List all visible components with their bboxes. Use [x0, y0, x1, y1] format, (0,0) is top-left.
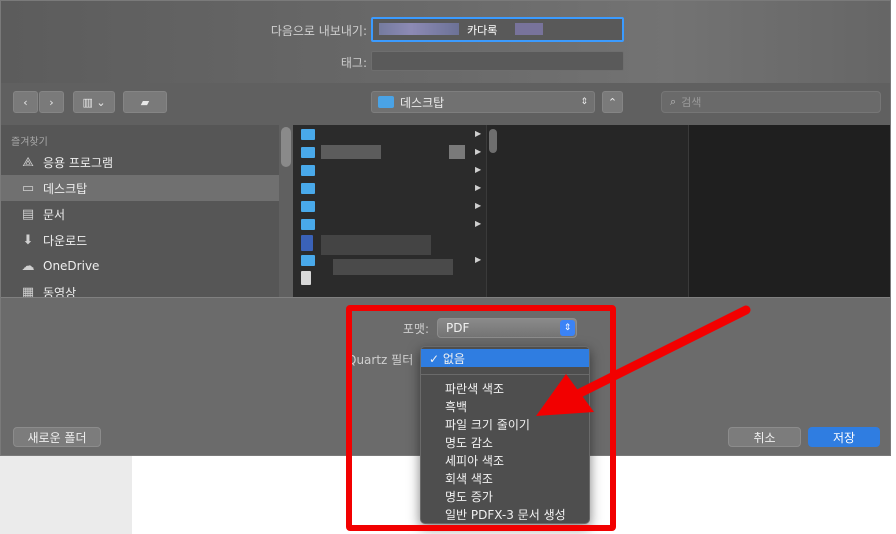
arrow-shaft — [573, 305, 751, 399]
annotation-arrow — [536, 305, 751, 416]
